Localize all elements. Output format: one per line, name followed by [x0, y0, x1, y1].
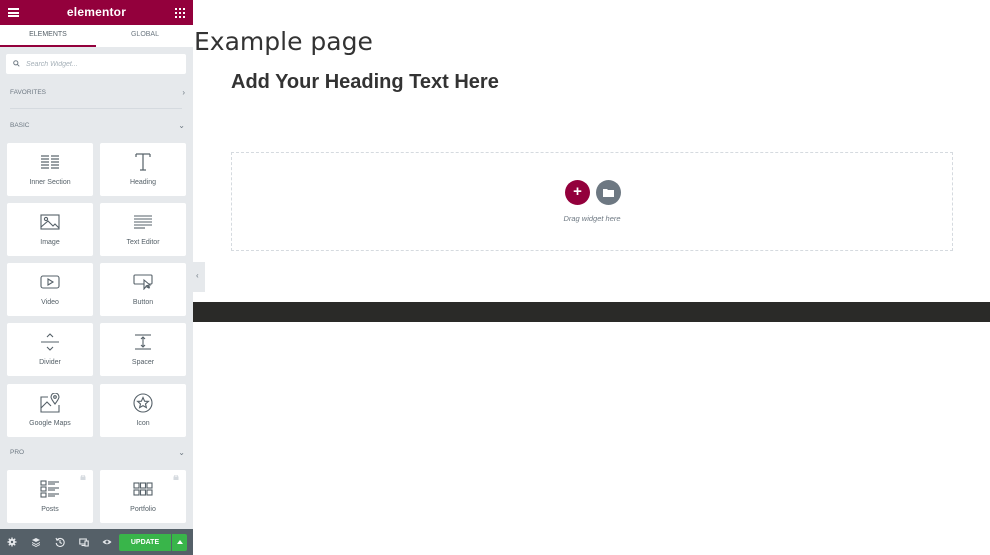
panel-tabs: ELEMENTS GLOBAL	[0, 25, 193, 47]
widget-label: Icon	[136, 420, 150, 427]
widget-label: Button	[132, 299, 154, 306]
search-icon	[13, 60, 20, 67]
heading-icon	[100, 152, 186, 172]
chevron-down-icon: ⌄	[178, 121, 185, 130]
category-pro-label: PRO	[10, 449, 25, 456]
widgets-grid-icon[interactable]	[175, 8, 185, 18]
button-icon	[100, 272, 186, 292]
widget-label: Divider	[39, 359, 61, 366]
widget-label: Portfolio	[130, 506, 156, 513]
elementor-logo: elementor	[66, 5, 127, 19]
google-maps-icon	[7, 393, 93, 413]
widget-posts[interactable]: Posts	[7, 470, 93, 523]
save-options-button[interactable]	[172, 534, 187, 551]
divider	[10, 108, 182, 109]
preview-eye-icon[interactable]	[102, 537, 112, 547]
drop-hint-text: Drag widget here	[563, 214, 621, 223]
search-widget-input[interactable]	[24, 56, 183, 73]
heading-widget[interactable]: Add Your Heading Text Here	[231, 71, 499, 94]
widget-google-maps[interactable]: Google Maps	[7, 384, 93, 437]
widget-portfolio[interactable]: Portfolio	[100, 470, 186, 523]
portfolio-icon	[100, 479, 186, 499]
divider-icon	[7, 332, 93, 352]
responsive-mode-icon[interactable]	[79, 537, 89, 547]
widget-label: Spacer	[131, 359, 155, 366]
editor-panel: elementor ELEMENTS GLOBAL FAVORITES › BA…	[0, 0, 193, 555]
widget-label: Heading	[129, 179, 157, 186]
widget-image[interactable]: Image	[7, 203, 93, 256]
folder-icon	[603, 189, 614, 197]
widget-divider[interactable]: Divider	[7, 323, 93, 376]
spacer-icon	[100, 332, 186, 352]
text-editor-icon	[100, 212, 186, 232]
widget-icon[interactable]: Icon	[100, 384, 186, 437]
footer-section	[193, 302, 990, 322]
widget-label: Text Editor	[126, 239, 160, 246]
posts-icon	[7, 479, 93, 499]
update-button[interactable]: UPDATE	[119, 534, 171, 551]
image-icon	[7, 212, 93, 232]
plus-icon: +	[573, 183, 582, 200]
tab-elements[interactable]: ELEMENTS	[0, 25, 96, 47]
widget-label: Video	[41, 299, 59, 306]
chevron-right-icon: ›	[182, 88, 185, 97]
video-icon	[7, 272, 93, 292]
widget-label: Inner Section	[29, 179, 71, 186]
navigator-layers-icon[interactable]	[31, 537, 41, 547]
widget-video[interactable]: Video	[7, 263, 93, 316]
widget-label: Posts	[41, 506, 59, 513]
panel-footer: UPDATE	[0, 529, 193, 555]
empty-section-dropzone[interactable]: + Drag widget here	[231, 152, 953, 251]
category-basic[interactable]: BASIC ⌄	[10, 121, 185, 130]
panel-collapse-toggle[interactable]: ‹	[193, 262, 205, 292]
inner-section-icon	[7, 152, 93, 172]
category-basic-label: BASIC	[10, 122, 30, 129]
widget-label: Google Maps	[29, 420, 71, 427]
panel-header: elementor	[0, 0, 193, 25]
add-section-button[interactable]: +	[565, 180, 590, 205]
page-title: Example page	[194, 27, 373, 56]
widget-heading[interactable]: Heading	[100, 143, 186, 196]
category-favorites-label: FAVORITES	[10, 89, 46, 96]
chevron-left-icon: ‹	[196, 271, 199, 280]
star-icon	[100, 393, 186, 413]
widget-button[interactable]: Button	[100, 263, 186, 316]
widget-inner-section[interactable]: Inner Section	[7, 143, 93, 196]
tab-global[interactable]: GLOBAL	[97, 25, 193, 45]
search-box	[6, 54, 186, 74]
category-favorites[interactable]: FAVORITES ›	[10, 88, 185, 97]
category-pro[interactable]: PRO ⌄	[10, 448, 185, 457]
chevron-down-icon: ⌄	[178, 448, 185, 457]
widget-text-editor[interactable]: Text Editor	[100, 203, 186, 256]
settings-icon[interactable]	[7, 537, 17, 547]
widget-label: Image	[40, 239, 60, 246]
widget-spacer[interactable]: Spacer	[100, 323, 186, 376]
history-icon[interactable]	[55, 537, 65, 547]
add-template-button[interactable]	[596, 180, 621, 205]
